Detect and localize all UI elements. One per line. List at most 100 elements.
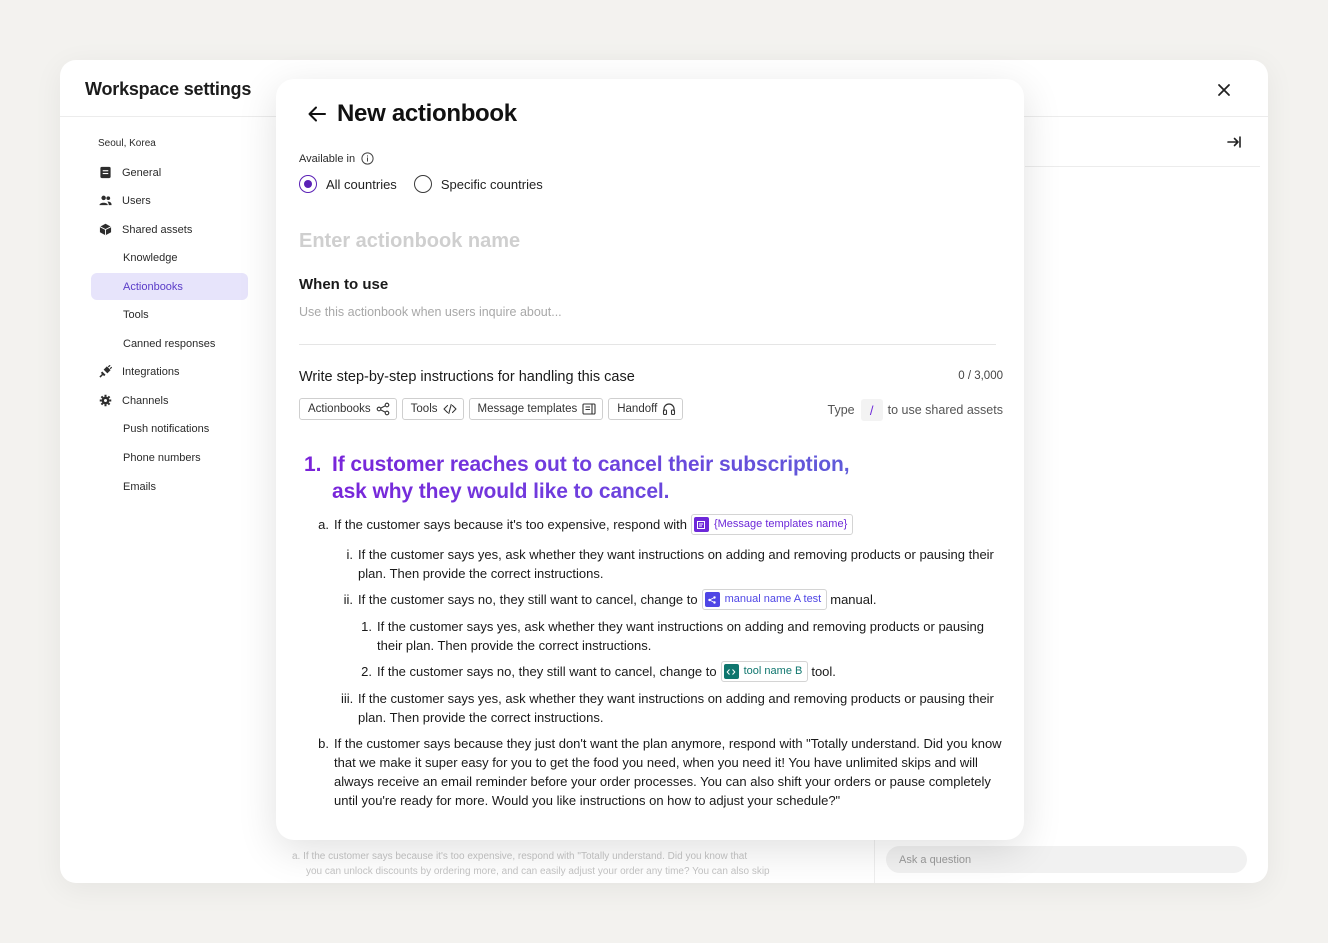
sidebar-item-label: Tools bbox=[123, 308, 149, 321]
radio-all-countries[interactable]: All countries bbox=[299, 175, 397, 193]
sidebar-item-actionbooks[interactable]: Actionbooks bbox=[91, 273, 248, 300]
list-item-content: If the customer says yes, ask whether th… bbox=[358, 547, 994, 582]
ask-question-input[interactable] bbox=[886, 846, 1247, 873]
message-templates-chip[interactable]: Message templates bbox=[468, 398, 604, 420]
list-marker: 2. bbox=[361, 664, 372, 680]
code-icon bbox=[442, 403, 457, 415]
slash-command-hint: Type / to use shared assets bbox=[828, 399, 1003, 421]
sidebar-item-push-notifications[interactable]: Push notifications bbox=[91, 415, 248, 442]
info-icon[interactable] bbox=[361, 152, 374, 165]
availability-radio-group: All countries Specific countries bbox=[299, 175, 543, 193]
radio-indicator bbox=[413, 175, 432, 193]
sidebar-item-general[interactable]: General bbox=[91, 159, 248, 186]
step-heading-line: ask why they would like to cancel. bbox=[332, 480, 670, 503]
chip-label: Actionbooks bbox=[308, 403, 371, 415]
new-actionbook-modal: New actionbook Available in All countrie… bbox=[276, 79, 1024, 840]
right-pane-divider bbox=[1025, 166, 1260, 167]
sidebar-item-integrations[interactable]: Integrations bbox=[91, 358, 248, 385]
chip-label: Message templates bbox=[477, 403, 578, 415]
sidebar-item-users[interactable]: Users bbox=[91, 187, 248, 214]
asset-tag-label: {Message templates name} bbox=[713, 518, 848, 531]
template-icon bbox=[582, 403, 596, 415]
asset-tag-label: manual name A test bbox=[724, 593, 822, 606]
actionbook-name-input[interactable] bbox=[299, 226, 859, 256]
sidebar-item-label: Canned responses bbox=[123, 337, 216, 350]
share-nodes-icon bbox=[376, 402, 390, 416]
sidebar-item-label: Knowledge bbox=[123, 251, 178, 264]
modal-title: New actionbook bbox=[337, 100, 517, 127]
headset-icon bbox=[663, 403, 676, 416]
sidebar-item-canned-responses[interactable]: Canned responses bbox=[91, 330, 248, 357]
sidebar-item-label: Phone numbers bbox=[123, 451, 201, 464]
list-item: 1. If the customer says yes, ask whether… bbox=[304, 617, 1004, 655]
asset-tag-label: tool name B bbox=[743, 665, 803, 678]
list-item-content: If the customer says no, they still want… bbox=[377, 664, 717, 680]
sidebar-item-knowledge[interactable]: Knowledge bbox=[91, 244, 248, 271]
handoff-chip[interactable]: Handoff bbox=[608, 398, 684, 420]
workspace-location: Seoul, Korea bbox=[98, 138, 156, 149]
step-heading-text: If customer reaches out to cancel their … bbox=[332, 451, 850, 505]
slash-key: / bbox=[860, 399, 883, 421]
list-item: iii. If the customer says yes, ask wheth… bbox=[304, 689, 1004, 727]
list-marker: iii. bbox=[341, 691, 354, 707]
sidebar-item-tools[interactable]: Tools bbox=[91, 301, 248, 328]
list-item-suffix: manual. bbox=[830, 592, 877, 608]
tool-asset-tag[interactable]: tool name B bbox=[720, 661, 809, 683]
when-to-use-input[interactable] bbox=[299, 303, 989, 321]
asset-chip-toolbar: Actionbooks Tools Message templates Hand… bbox=[299, 398, 688, 420]
message-template-asset-tag[interactable]: {Message templates name} bbox=[690, 514, 854, 536]
section-divider bbox=[299, 344, 996, 345]
instructions-editor[interactable]: 1. If customer reaches out to cancel the… bbox=[304, 451, 1004, 810]
tools-chip[interactable]: Tools bbox=[401, 398, 464, 420]
background-line: you can unlock discounts by ordering mor… bbox=[306, 866, 770, 877]
list-marker: i. bbox=[346, 547, 354, 563]
list-item: a. If the customer says because it's too… bbox=[304, 514, 1004, 536]
arrow-right-bar-icon[interactable] bbox=[1226, 134, 1242, 150]
back-arrow-icon[interactable] bbox=[306, 103, 328, 125]
list-item-content: If the customer says yes, ask whether th… bbox=[377, 619, 984, 654]
radio-specific-countries[interactable]: Specific countries bbox=[413, 175, 543, 193]
sidebar-item-channels[interactable]: Channels bbox=[91, 387, 248, 414]
list-item: 2. If the customer says no, they still w… bbox=[304, 661, 1004, 683]
actionbooks-chip[interactable]: Actionbooks bbox=[299, 398, 397, 420]
hint-suffix: to use shared assets bbox=[887, 403, 1003, 417]
instructions-label: Write step-by-step instructions for hand… bbox=[299, 369, 635, 385]
sidebar-item-label: Users bbox=[122, 194, 151, 207]
list-marker: ii. bbox=[343, 592, 353, 608]
window-title: Workspace settings bbox=[85, 79, 252, 99]
list-item-text: If the customer says because it's too ex… bbox=[334, 514, 856, 536]
background-line: a. If the customer says because it's too… bbox=[292, 851, 748, 862]
gear-icon bbox=[98, 394, 112, 408]
manual-asset-tag[interactable]: manual name A test bbox=[701, 589, 828, 611]
template-icon bbox=[693, 517, 709, 533]
step-heading: 1. If customer reaches out to cancel the… bbox=[304, 451, 924, 505]
list-item-content: If the customer says because they just d… bbox=[334, 736, 1002, 809]
sidebar-item-label: Channels bbox=[122, 394, 169, 407]
sidebar-item-phone-numbers[interactable]: Phone numbers bbox=[91, 444, 248, 471]
sidebar-item-label: Push notifications bbox=[123, 422, 210, 435]
sidebar-item-label: Integrations bbox=[122, 365, 180, 378]
list-marker: a. bbox=[318, 517, 329, 532]
sidebar-item-label: Shared assets bbox=[122, 223, 193, 236]
background-instructions: a. If the customer says because it's too… bbox=[292, 849, 862, 879]
step-number: 1. bbox=[304, 453, 322, 476]
close-icon[interactable] bbox=[1214, 80, 1234, 100]
list-item-content: If the customer says because it's too ex… bbox=[334, 517, 687, 532]
list-item-text: If the customer says no, they still want… bbox=[358, 589, 877, 611]
hint-prefix: Type bbox=[827, 403, 855, 417]
sidebar-item-label: Actionbooks bbox=[123, 280, 183, 293]
available-in-text: Available in bbox=[299, 152, 356, 165]
document-icon bbox=[98, 166, 112, 180]
radio-label: All countries bbox=[326, 176, 397, 192]
character-count: 0 / 3,000 bbox=[958, 370, 1003, 382]
cube-icon bbox=[98, 223, 112, 237]
code-icon bbox=[723, 664, 739, 680]
sidebar: Seoul, Korea General Users Shared assets… bbox=[60, 117, 260, 883]
chip-label: Handoff bbox=[617, 403, 658, 415]
radio-label: Specific countries bbox=[440, 176, 543, 192]
list-item-suffix: tool. bbox=[811, 664, 836, 680]
sidebar-item-shared-assets[interactable]: Shared assets bbox=[91, 216, 248, 243]
list-item: ii. If the customer says no, they still … bbox=[304, 589, 1004, 611]
sidebar-item-emails[interactable]: Emails bbox=[91, 473, 248, 500]
list-item-content: If the customer says yes, ask whether th… bbox=[358, 691, 994, 726]
